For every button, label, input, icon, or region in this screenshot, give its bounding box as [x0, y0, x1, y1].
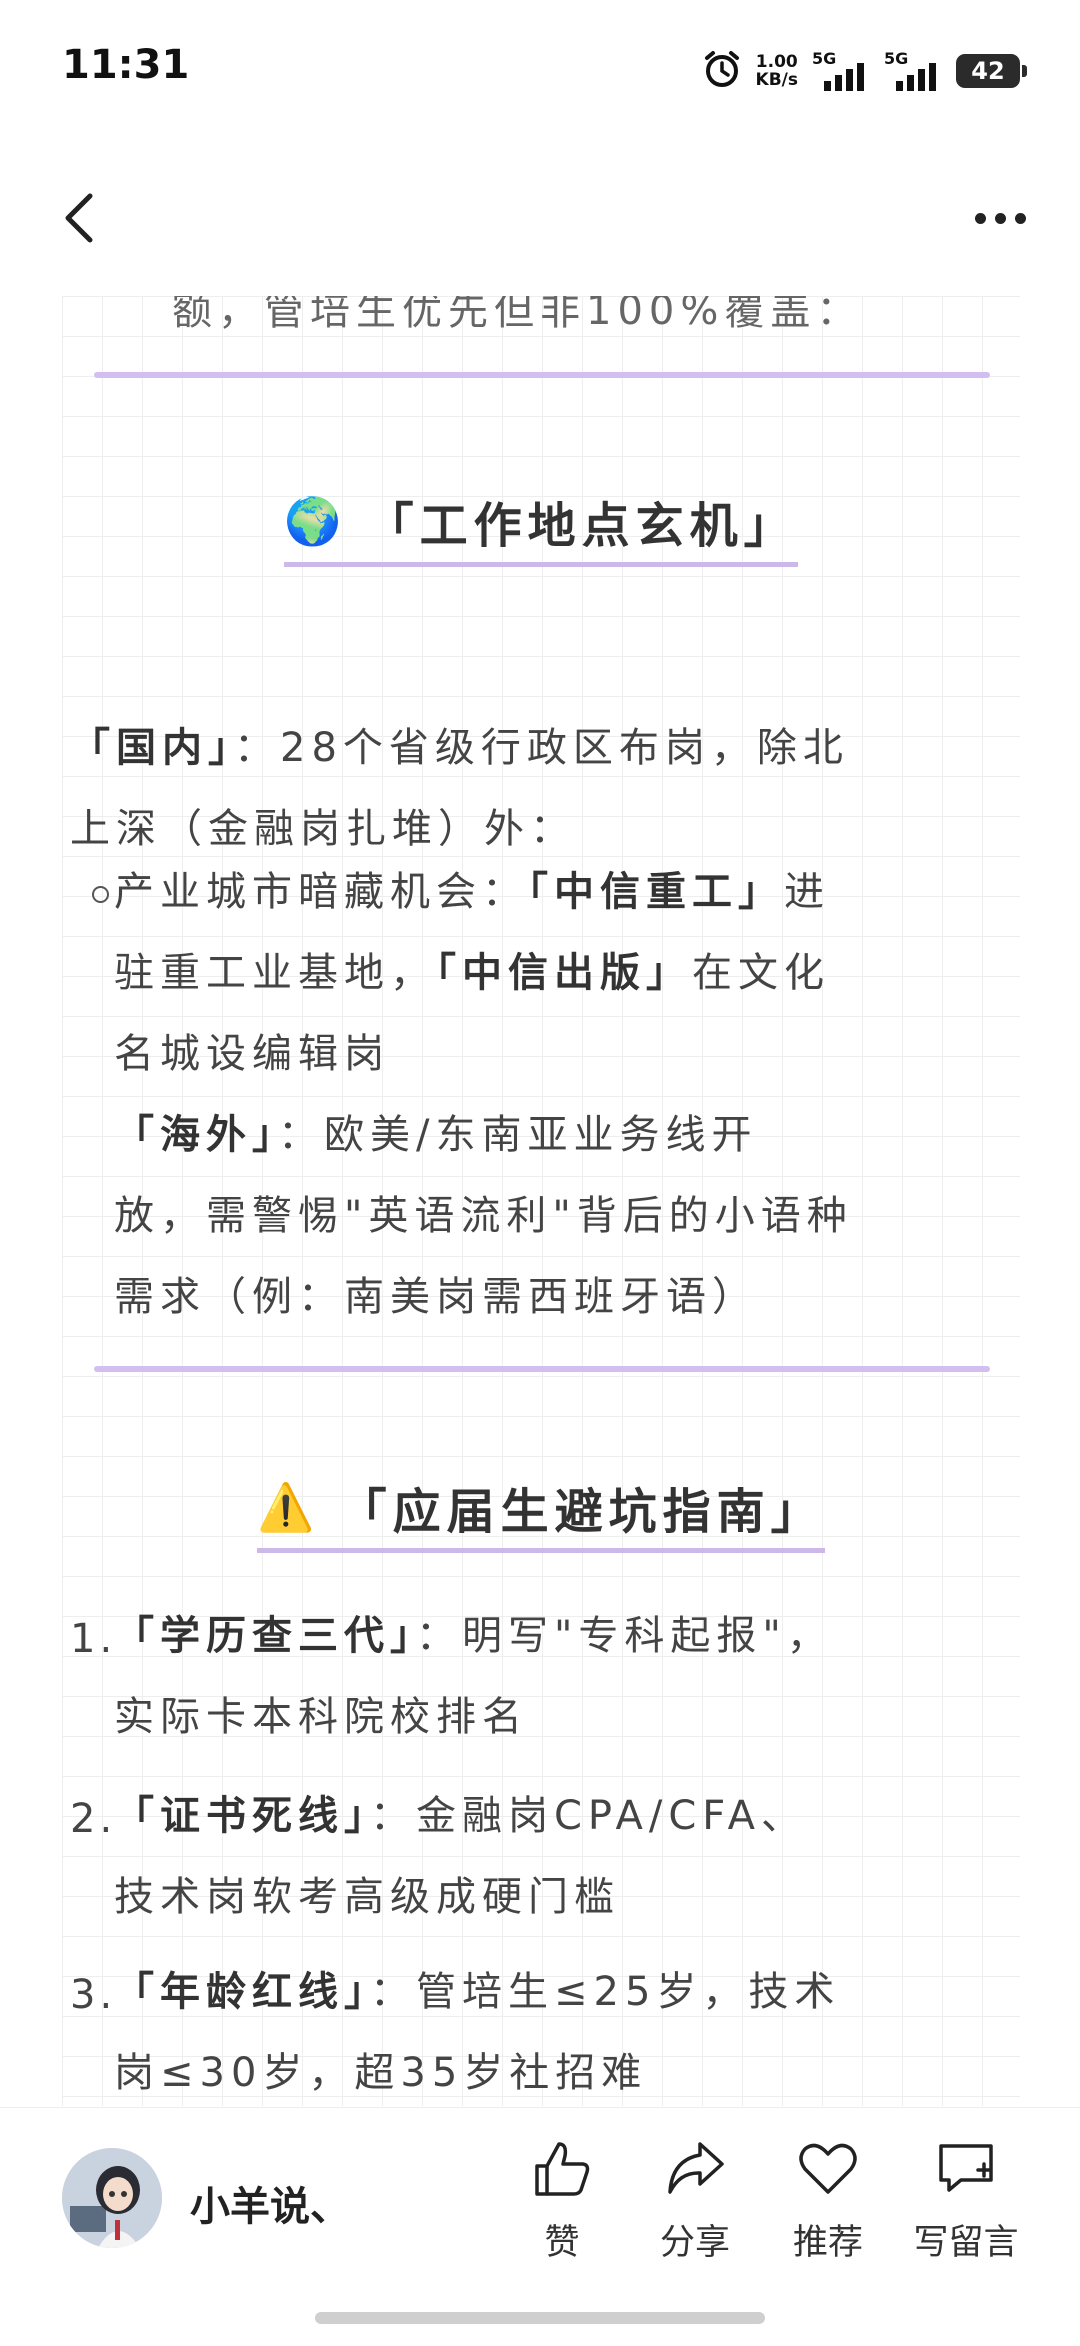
list-item-text: ：金融岗CPA/CFA、: [370, 1793, 807, 1839]
bullet-prefix: 产业城市暗藏机会：: [114, 869, 528, 915]
domestic-text-1: ：28个省级行政区布岗，除北: [234, 725, 849, 771]
like-button[interactable]: 赞: [507, 2138, 617, 2265]
list-item-text: 技术岗软考高级成硬门槛: [114, 1874, 620, 1920]
list-item-label: 「证书死线」: [114, 1793, 370, 1839]
list-number: 3.: [70, 1972, 117, 2018]
signal-2: 5G: [884, 49, 942, 93]
citic-press-label: 「中信出版」: [436, 950, 692, 996]
overseas-label: 「海外」: [114, 1112, 278, 1158]
recommend-button[interactable]: 推荐: [773, 2138, 883, 2265]
recommend-label: 推荐: [792, 2223, 863, 2263]
list-item-label: 「年龄红线」: [114, 1969, 370, 2015]
list-number: 2.: [70, 1796, 117, 1842]
status-bar: 11:31 1.00 KB/s 5G 5G 42: [0, 0, 1080, 140]
list-item-label: 「学历查三代」: [114, 1613, 416, 1659]
thumbs-up-icon: [507, 2138, 617, 2200]
author-name[interactable]: 小羊说、: [190, 2174, 350, 2232]
list-item: 「学历查三代」：明写"专科起报"， 实际卡本科院校排名: [114, 1596, 1014, 1758]
network-speed-value: 1.00: [755, 52, 798, 72]
article-content: 额，管培生优先但非100%覆盖： 🌍 「工作地点玄机」 「国内」：28个省级行政…: [62, 296, 1020, 2106]
battery-level: 42: [971, 57, 1005, 85]
network-speed: 1.00 KB/s: [756, 53, 798, 89]
share-button[interactable]: 分享: [640, 2138, 750, 2265]
bullet-paragraph: 产业城市暗藏机会：「中信重工」进 驻重工业基地，「中信出版」在文化 名城设编辑岗…: [114, 852, 1014, 1338]
list-item: 「年龄红线」：管培生≤25岁，技术 岗≤30岁，超35岁社招难: [114, 1952, 1014, 2106]
status-time: 11:31: [62, 42, 190, 88]
home-indicator[interactable]: [315, 2312, 765, 2324]
more-dots-icon[interactable]: [960, 190, 1040, 246]
alarm-clock-icon: [702, 49, 742, 93]
partial-text-line: 额，管培生优先但非100%覆盖：: [172, 296, 863, 334]
section-divider: [94, 372, 990, 378]
signal-1: 5G: [812, 49, 870, 93]
network-speed-unit: KB/s: [755, 70, 798, 90]
overseas-text-2: 放，需警惕"英语流利"背后的小语种: [114, 1193, 853, 1239]
citic-heavy-label: 「中信重工」: [528, 869, 784, 915]
signal-bars-icon: [896, 63, 936, 91]
nav-bar: [0, 160, 1080, 280]
overseas-text-3: 需求（例：南美岗需西班牙语）: [114, 1274, 758, 1320]
signal-bars-icon: [824, 63, 864, 91]
overseas-text-1: ：欧美/东南亚业务线开: [278, 1112, 758, 1158]
section-title-pitfalls: 「应届生避坑指南」: [338, 1484, 825, 1540]
status-icons: 1.00 KB/s 5G 5G 42: [702, 46, 1027, 96]
list-item-text: 岗≤30岁，超35岁社招难: [114, 2050, 648, 2096]
share-icon: [640, 2138, 750, 2200]
citic-heavy-suffix: 进: [784, 869, 830, 915]
section-heading-location: 🌍 「工作地点玄机」: [62, 486, 1020, 567]
bullet-line3: 名城设编辑岗: [114, 1031, 390, 1077]
bullet-line2-b: 在文化: [692, 950, 830, 996]
list-item: 「证书死线」：金融岗CPA/CFA、 技术岗软考高级成硬门槛: [114, 1776, 1014, 1938]
list-item-text: ：管培生≤25岁，技术: [370, 1969, 841, 2015]
share-label: 分享: [659, 2223, 730, 2263]
section-heading-pitfalls: ⚠️ 「应届生避坑指南」: [62, 1472, 1020, 1553]
globe-icon: 🌍: [284, 493, 342, 548]
domestic-paragraph: 「国内」：28个省级行政区布岗，除北 上深（金融岗扎堆）外：: [70, 708, 1010, 870]
bullet-line2-a: 驻重工业基地，: [114, 950, 436, 996]
warning-icon: ⚠️: [257, 1479, 315, 1534]
bullet-circle-icon: [92, 886, 109, 903]
list-item-text: ：明写"专科起报"，: [416, 1613, 833, 1659]
bottom-action-bar: 小羊说、 赞 分享 推荐 写留言: [0, 2107, 1080, 2346]
comment-icon: [906, 2138, 1026, 2200]
author-avatar[interactable]: [62, 2148, 162, 2248]
write-comment-button[interactable]: 写留言: [906, 2138, 1026, 2265]
list-number: 1.: [70, 1616, 117, 1662]
section-title-location: 「工作地点玄机」: [365, 498, 798, 554]
domestic-label: 「国内」: [70, 725, 234, 771]
list-item-text: 实际卡本科院校排名: [114, 1694, 528, 1740]
battery-icon: 42: [956, 54, 1027, 88]
back-arrow-icon[interactable]: [52, 188, 112, 248]
heart-icon: [773, 2138, 883, 2200]
comment-label: 写留言: [913, 2223, 1019, 2263]
section-divider: [94, 1366, 990, 1372]
like-label: 赞: [544, 2223, 580, 2263]
